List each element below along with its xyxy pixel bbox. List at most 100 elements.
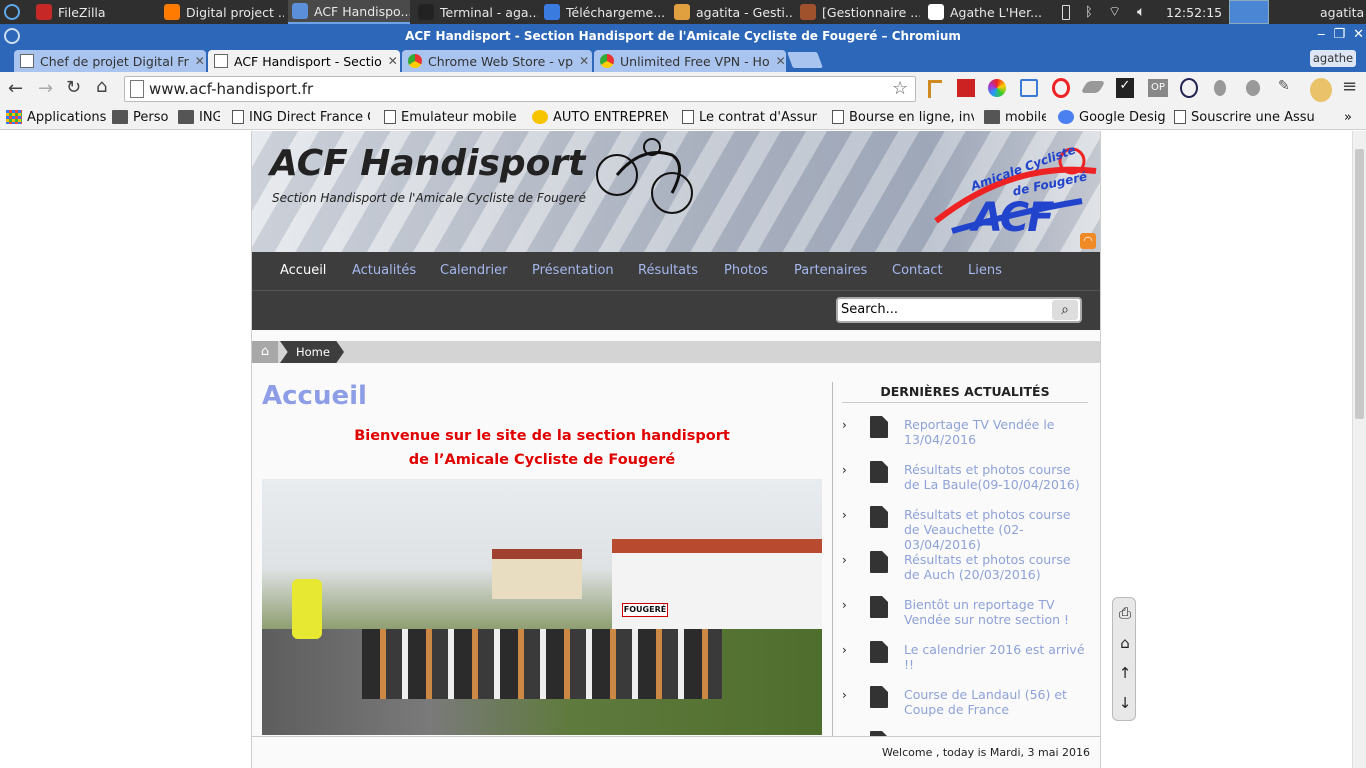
bluetooth-icon[interactable]: ᛒ xyxy=(1085,0,1101,24)
document-icon xyxy=(870,596,888,618)
color-picker-icon[interactable] xyxy=(988,79,1006,97)
vpn-off-icon[interactable] xyxy=(1310,78,1332,102)
system-taskbar: FileZilla Digital project ... ACF Handispo… xyxy=(0,0,1366,24)
tab-chrome-web-store[interactable]: Chrome Web Store - vp ✕ xyxy=(402,50,592,72)
print-icon[interactable]: ⎙ xyxy=(1115,604,1135,626)
nav-link-5[interactable]: Photos xyxy=(724,252,768,290)
taskbar-item[interactable]: FileZilla xyxy=(32,0,152,24)
news-item[interactable]: › Résultats et photos course de Veauchett… xyxy=(842,506,1092,552)
news-item[interactable]: › Course de Landaul (56) et Coupe de Fran… xyxy=(842,686,1092,726)
user-name[interactable]: agatita xyxy=(1320,0,1366,24)
taskbar-item[interactable]: Terminal - aga... xyxy=(414,0,538,24)
extension-6-icon[interactable] xyxy=(1080,81,1106,93)
nav-link-8[interactable]: Liens xyxy=(968,252,1002,290)
address-bar[interactable]: www.acf-handisport.fr xyxy=(124,76,916,102)
news-link[interactable]: Résultats et photos course de Veauchette… xyxy=(904,507,1089,552)
forward-icon[interactable]: → xyxy=(38,78,53,99)
news-link[interactable]: Le calendrier 2016 est arrivé !! xyxy=(904,642,1089,672)
op-icon[interactable]: OP xyxy=(1148,79,1168,97)
close-tab-icon[interactable]: ✕ xyxy=(579,54,589,68)
tab-acf-handisport[interactable]: ACF Handisport - Sectio ✕ xyxy=(208,50,400,72)
nav-link-6[interactable]: Partenaires xyxy=(794,252,867,290)
extension-10-icon[interactable] xyxy=(1214,80,1226,96)
bookmark-item[interactable]: Bourse en ligne, inv xyxy=(832,106,974,128)
news-item[interactable]: › Résultats et photos course de La Baule(… xyxy=(842,461,1092,501)
news-link[interactable]: Reportage TV Vendée le 13/04/2016 xyxy=(904,417,1089,447)
back-icon[interactable]: ← xyxy=(8,78,23,99)
nav-link-4[interactable]: Résultats xyxy=(638,252,698,290)
news-link[interactable]: Résultats et photos course de Auch (20/0… xyxy=(904,552,1089,582)
news-item[interactable]: › Le calendrier 2016 est arrivé !! xyxy=(842,641,1092,681)
tab-unlimited-vpn[interactable]: Unlimited Free VPN - Ho ✕ xyxy=(594,50,786,72)
bookmark-item[interactable]: Souscrire une Assur xyxy=(1174,106,1314,128)
home-icon[interactable]: ⌂ xyxy=(1115,634,1135,656)
profile-button[interactable]: agathe xyxy=(1310,50,1356,67)
nav-link-0[interactable]: Accueil xyxy=(280,252,326,290)
scroll-up-icon[interactable]: ↑ xyxy=(1115,664,1135,686)
news-link[interactable]: Bientôt un reportage TV Vendée sur notre… xyxy=(904,597,1089,627)
app-menu-icon[interactable] xyxy=(4,0,24,24)
bookmark-item[interactable]: ING Direct France Co xyxy=(232,106,370,128)
search-icon[interactable]: ⌕ xyxy=(1052,300,1078,320)
minimize-icon[interactable]: ‒ xyxy=(1317,27,1325,45)
bookmarks-bar: Applications Perso ING ING Direct France Co… xyxy=(0,106,1366,130)
bookmark-item[interactable]: Perso xyxy=(112,106,172,128)
taskbar-item[interactable]: Agathe L'Her... xyxy=(924,0,1048,24)
menu-icon[interactable]: ≡ xyxy=(1342,76,1357,97)
news-item[interactable]: › Bientôt un reportage TV Vendée sur notr… xyxy=(842,596,1092,636)
bookmarks-overflow-icon[interactable]: » xyxy=(1344,106,1360,128)
news-item[interactable]: › Reportage TV Vendée le 13/04/2016 xyxy=(842,416,1092,456)
wifi-icon[interactable]: ⌔ xyxy=(1108,0,1130,24)
clock[interactable]: 12:52:15 xyxy=(1166,0,1222,24)
bookmark-item[interactable]: Le contrat d'Assuran xyxy=(682,106,818,128)
bookmark-item[interactable]: Applications xyxy=(6,106,106,128)
home-icon[interactable]: ⌂ xyxy=(96,76,107,97)
news-link[interactable]: Résultats et photos course de La Baule(0… xyxy=(904,462,1089,492)
volume-icon[interactable]: 🔈︎ xyxy=(1137,0,1159,24)
nav-link-3[interactable]: Présentation xyxy=(532,252,614,290)
close-tab-icon[interactable]: ✕ xyxy=(388,54,398,68)
nav-link-7[interactable]: Contact xyxy=(892,252,943,290)
news-item[interactable]: › Résultats et photos course de Auch (20/… xyxy=(842,551,1092,591)
reload-icon[interactable]: ↻ xyxy=(66,77,81,98)
taskbar-item[interactable]: Téléchargeme... xyxy=(540,0,664,24)
bookmark-item[interactable]: Google Design xyxy=(1058,106,1166,128)
extension-4-icon[interactable] xyxy=(1020,79,1038,97)
tab-chef-de-projet[interactable]: Chef de projet Digital Fr ✕ xyxy=(14,50,206,72)
site-title[interactable]: ACF Handisport xyxy=(270,143,585,184)
bookmark-item[interactable]: AUTO ENTREPRENEU xyxy=(532,106,668,128)
breadcrumb-home[interactable]: Home xyxy=(280,341,344,363)
taskbar-item[interactable]: Digital project ... xyxy=(160,0,284,24)
news-link[interactable]: Course de Landaul (56) et Coupe de Franc… xyxy=(904,687,1089,717)
workspace-switcher[interactable] xyxy=(1229,0,1269,24)
scroll-down-icon[interactable]: ↓ xyxy=(1115,694,1135,716)
extension-9-icon[interactable] xyxy=(1180,78,1198,98)
battery-icon[interactable] xyxy=(1062,0,1074,24)
acf-club-logo[interactable]: Amicale Cycliste de Fougeré ACF xyxy=(932,141,1100,249)
home-crumb-icon[interactable]: ⌂ xyxy=(252,341,278,363)
archive-icon xyxy=(800,4,816,20)
extension-11-icon[interactable] xyxy=(1246,80,1260,96)
bookmark-item[interactable]: mobile xyxy=(984,106,1046,128)
taskbar-item[interactable]: [Gestionnaire ... xyxy=(796,0,920,24)
new-tab-button[interactable] xyxy=(787,52,823,68)
close-tab-icon[interactable]: ✕ xyxy=(776,54,786,68)
search-input[interactable]: Search... xyxy=(841,302,898,317)
close-icon[interactable]: ✕ xyxy=(1353,27,1364,45)
maximize-icon[interactable]: ❐ xyxy=(1333,27,1345,45)
checkmark-icon[interactable]: ✓ xyxy=(1116,78,1134,98)
bookmark-item[interactable]: ING xyxy=(178,106,220,128)
edit-icon[interactable]: ✎ xyxy=(1278,78,1296,98)
taskbar-item[interactable]: ACF Handispo... xyxy=(288,0,410,24)
extension-1-icon[interactable] xyxy=(928,80,942,98)
taskbar-item[interactable]: agatita - Gesti... xyxy=(670,0,794,24)
bookmark-star-icon[interactable]: ☆ xyxy=(892,78,908,99)
opera-icon[interactable] xyxy=(1052,78,1070,98)
rss-icon[interactable]: ◠ xyxy=(1080,233,1096,249)
nav-link-1[interactable]: Actualités xyxy=(352,252,416,290)
close-tab-icon[interactable]: ✕ xyxy=(195,54,205,68)
bookmark-item[interactable]: Emulateur mobile ( xyxy=(384,106,520,128)
page-scrollbar[interactable] xyxy=(1352,131,1366,768)
nav-link-2[interactable]: Calendrier xyxy=(440,252,507,290)
extension-2-icon[interactable] xyxy=(957,79,975,97)
